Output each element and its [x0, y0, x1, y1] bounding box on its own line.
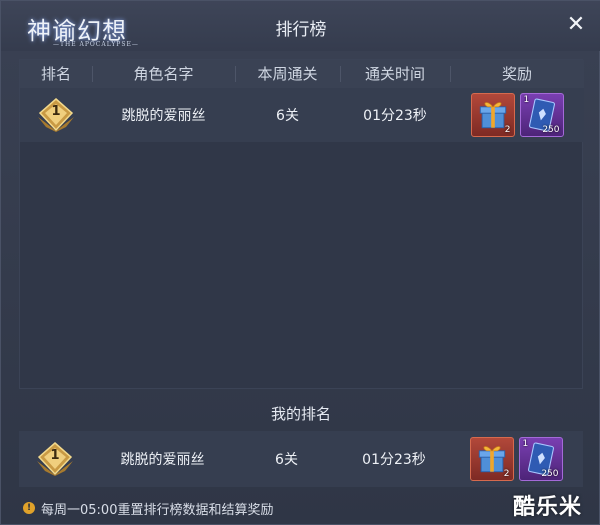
rewards-cell: 2 1 250 [450, 88, 584, 142]
header-rewards: 奖励 [450, 60, 584, 88]
warning-icon: ! [23, 502, 35, 514]
reward-gift[interactable]: 2 [469, 437, 514, 481]
player-name: 跳脱的爱丽丝 [121, 108, 206, 124]
reward-card[interactable]: 1 250 [518, 437, 563, 481]
window-title: 排行榜 [275, 20, 327, 40]
rewards-cell: 2 1 250 [449, 432, 583, 486]
watermark: 酷乐米 [513, 495, 583, 520]
table-row[interactable]: 1 跳脱的爱丽丝 6关 01分23秒 2 1 250 [20, 88, 584, 142]
close-icon: ✕ [566, 11, 586, 37]
reward-level: 1 [522, 439, 529, 449]
clear-time: 01分23秒 [362, 452, 426, 468]
reward-card[interactable]: 1 250 [519, 93, 564, 137]
leaderboard-window: 神谕幻想 —THE APOCALYPSE— 排行榜 ✕ 排名 角色名字 本周通关… [0, 0, 600, 525]
reward-level: 1 [523, 95, 530, 105]
rank-cell: 1 [20, 88, 92, 142]
close-button[interactable]: ✕ [563, 11, 589, 37]
reset-notice-text: 每周一05:00重置排行榜数据和结算奖励 [41, 502, 274, 518]
reward-count: 2 [503, 469, 510, 479]
header-rank: 排名 [40, 65, 71, 83]
my-rank-title: 我的排名 [270, 405, 331, 423]
reward-gift[interactable]: 2 [470, 93, 515, 137]
reward-count: 250 [542, 125, 560, 135]
table-header: 排名 角色名字 本周通关 通关时间 奖励 [20, 60, 584, 88]
reward-count: 250 [541, 469, 559, 479]
rank-number: 1 [50, 448, 60, 463]
header-time: 通关时间 [340, 60, 450, 88]
cleared-count: 6关 [275, 452, 298, 468]
cleared-count: 6关 [276, 108, 299, 124]
title-bar: 神谕幻想 —THE APOCALYPSE— 排行榜 ✕ [1, 1, 600, 51]
clear-time: 01分23秒 [363, 108, 427, 124]
player-name: 跳脱的爱丽丝 [120, 452, 205, 468]
rank-badge-icon: 1 [35, 441, 75, 477]
rank-number: 1 [51, 104, 61, 119]
leaderboard-table: 排名 角色名字 本周通关 通关时间 奖励 1 跳脱的爱丽丝 6关 01分23秒 [19, 59, 584, 389]
header-cleared: 本周通关 [235, 60, 340, 88]
reset-notice: ! 每周一05:00重置排行榜数据和结算奖励 [23, 498, 273, 518]
logo-sub-text: —THE APOCALYPSE— [53, 41, 139, 48]
my-rank-row[interactable]: 1 跳脱的爱丽丝 6关 01分23秒 2 1 250 [19, 431, 583, 487]
header-name: 角色名字 [92, 60, 235, 88]
rank-badge-icon: 1 [36, 97, 76, 133]
reward-count: 2 [504, 125, 511, 135]
rank-cell: 1 [19, 432, 91, 486]
